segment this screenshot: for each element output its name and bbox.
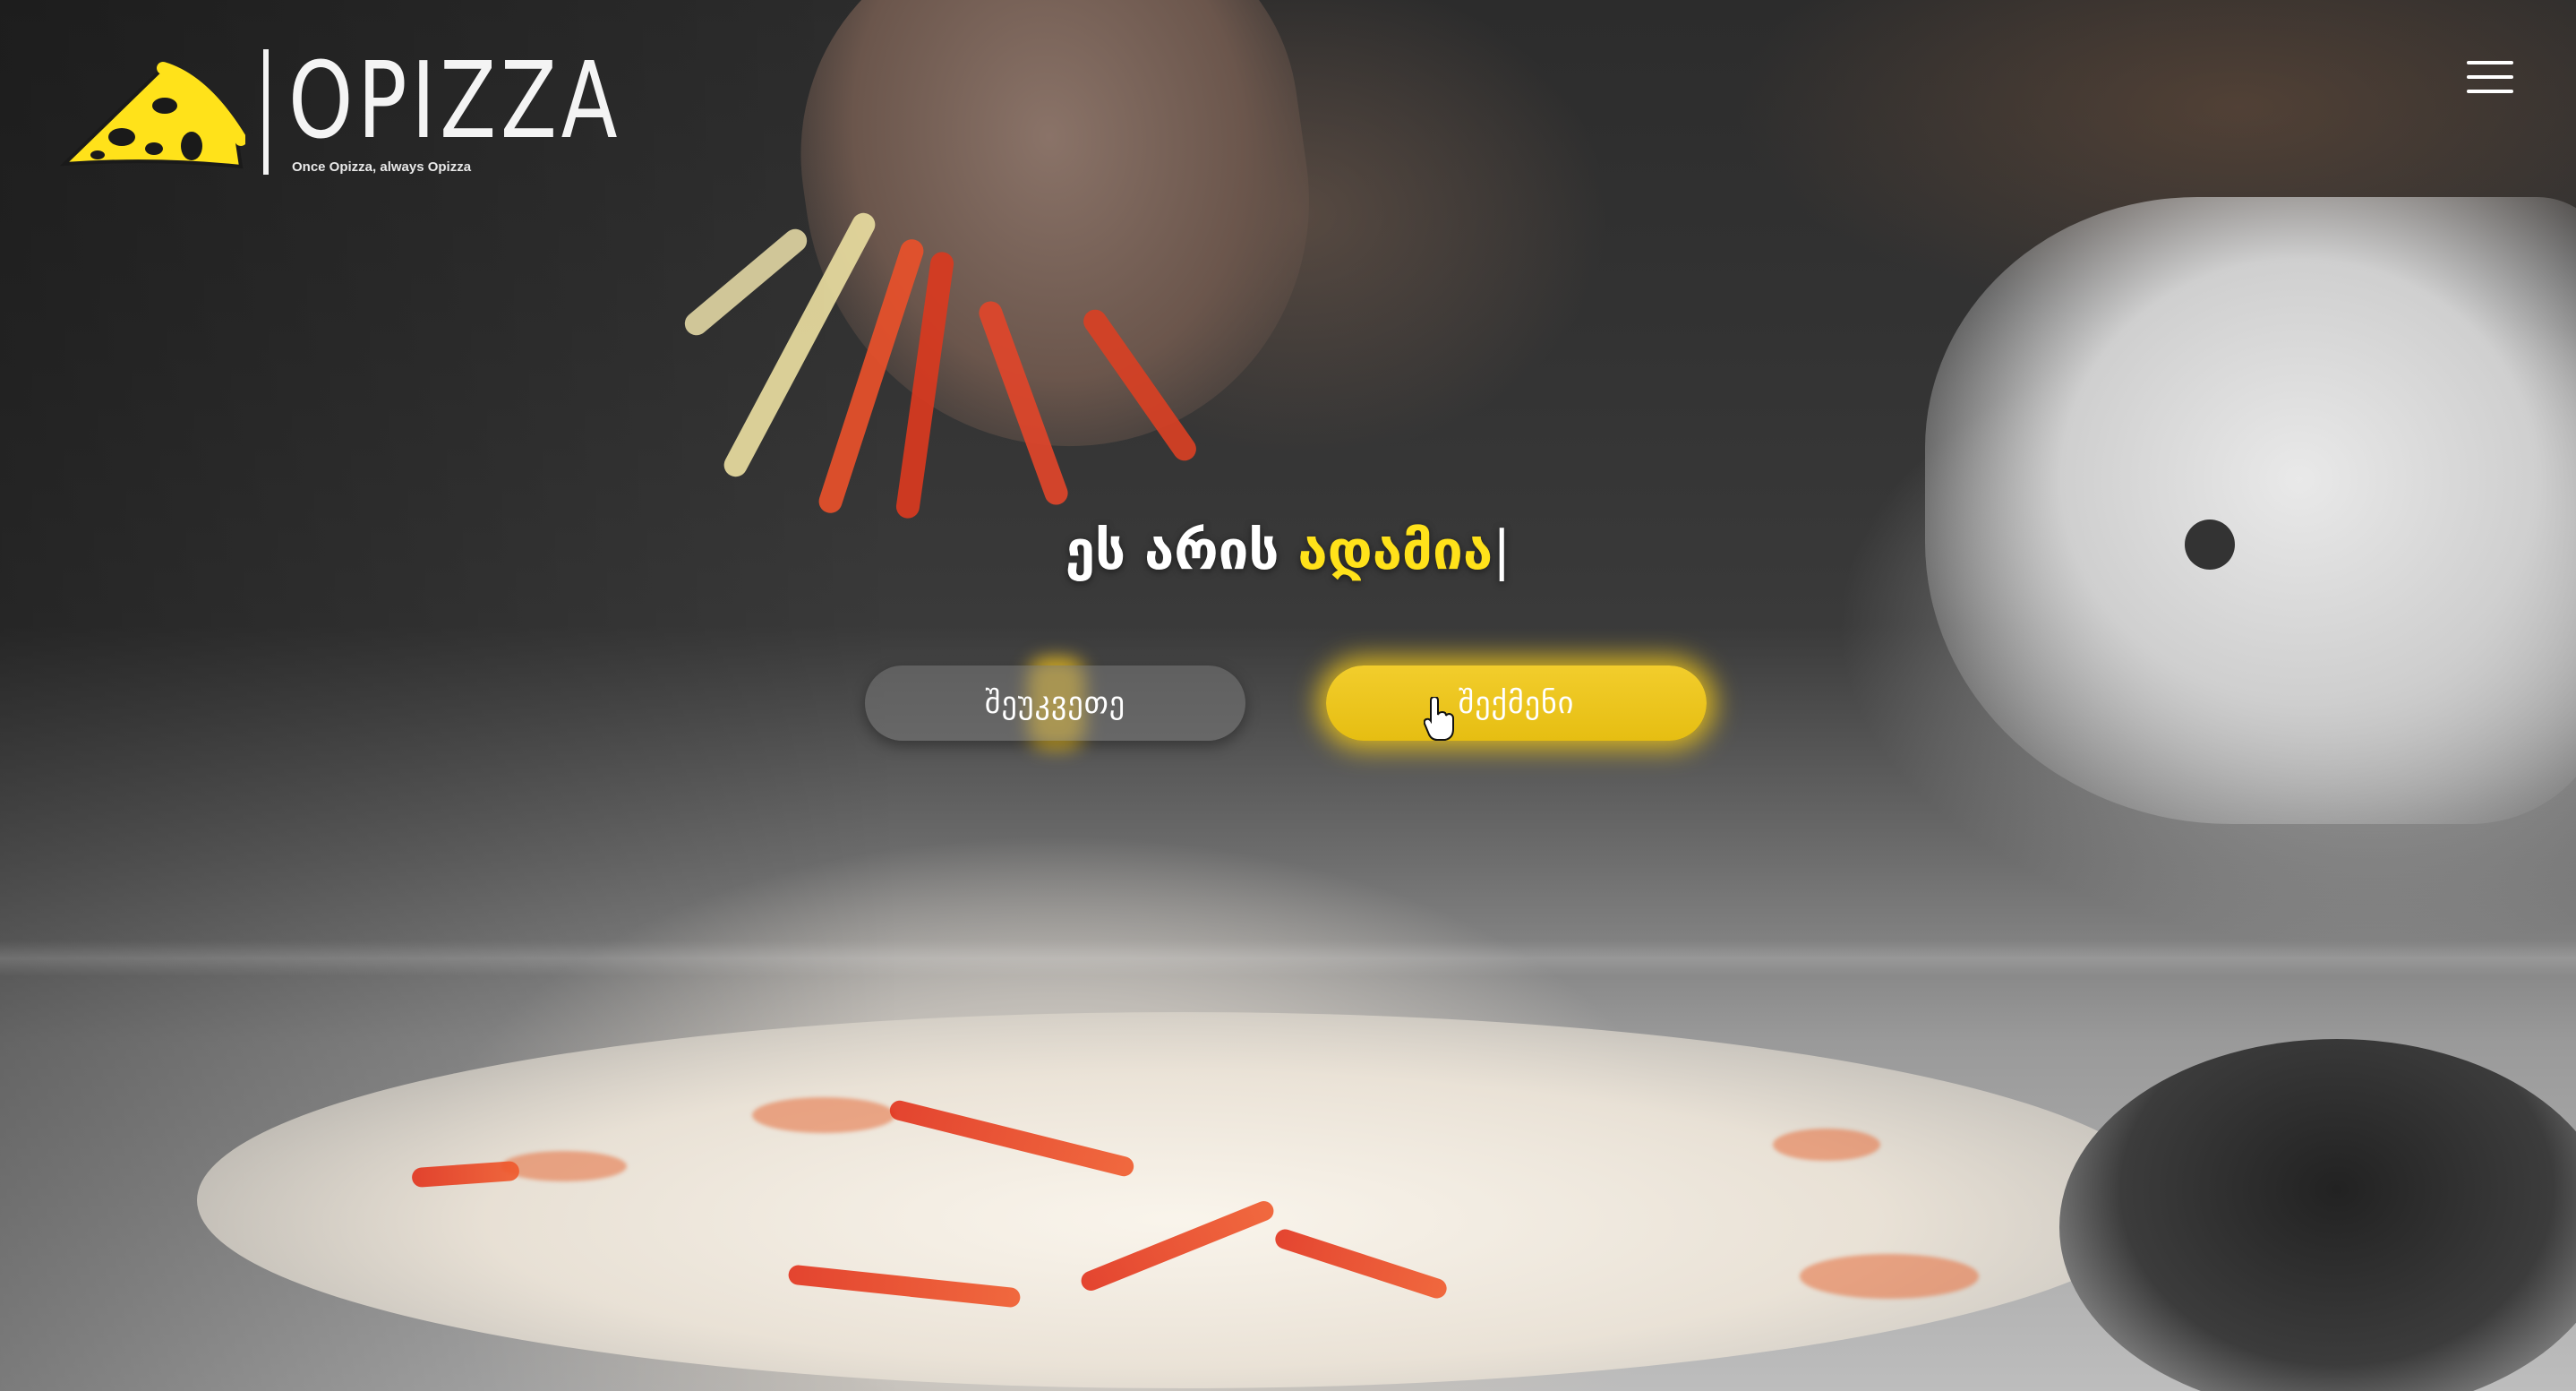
site-logo[interactable]: OPIZZA Once Opizza, always Opizza (57, 38, 715, 175)
menu-line (2467, 61, 2513, 64)
create-button[interactable]: შექმენი (1326, 665, 1707, 741)
chef-sleeve-image (1925, 197, 2576, 824)
cheese-strand (680, 224, 812, 340)
logo-text: OPIZZA Once Opizza, always Opizza (288, 38, 715, 175)
bowl-image (2059, 1039, 2576, 1391)
hand-pointer-icon (1424, 697, 1454, 741)
menu-line (2467, 90, 2513, 93)
sauce-spot (752, 1097, 895, 1133)
sauce-spot (501, 1151, 627, 1181)
sauce-spot (1800, 1254, 1979, 1299)
hamburger-menu-icon[interactable] (2467, 61, 2513, 93)
pizza-image (197, 1012, 2167, 1388)
pizza-slice-icon (59, 61, 245, 168)
typing-caret: | (1493, 519, 1511, 582)
hero-section: OPIZZA Once Opizza, always Opizza ეს არი… (0, 0, 2576, 1391)
hero-headline: ეს არის ადამია| (0, 519, 2576, 582)
counter-edge (0, 940, 2576, 976)
menu-line (2467, 75, 2513, 79)
logo-divider (263, 49, 269, 175)
sauce-spot (1773, 1129, 1880, 1161)
brand-title: OPIZZA (288, 38, 622, 162)
headline-accent: ადამია (1297, 519, 1493, 582)
headline-prefix: ეს არის (1065, 519, 1298, 582)
order-button[interactable]: შეუკვეთე (865, 665, 1245, 741)
